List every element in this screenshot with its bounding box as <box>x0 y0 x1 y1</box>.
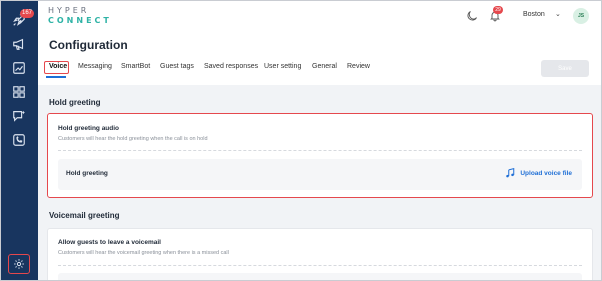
hold-greeting-audio-description: Customers will hear the hold greeting wh… <box>58 136 208 142</box>
voicemail-option-title: Allow guests to leave a voicemail <box>58 239 161 246</box>
tab-general[interactable]: General <box>312 63 337 70</box>
app-window: 167 HYPER CONNECT 29 Boston ⌄ JS Configu… <box>0 0 602 281</box>
tab-guest-tags[interactable]: Guest tags <box>160 63 194 70</box>
location-selector[interactable]: Boston <box>523 11 545 18</box>
chevron-down-icon[interactable]: ⌄ <box>555 10 561 18</box>
hold-greeting-card: Hold greeting audio Customers will hear … <box>47 113 593 198</box>
save-button[interactable]: Save <box>541 60 589 77</box>
tab-review[interactable]: Review <box>347 63 370 70</box>
active-tab-underline <box>46 76 66 78</box>
hold-greeting-audio-title: Hold greeting audio <box>58 125 120 132</box>
image-chart-icon[interactable] <box>10 59 28 77</box>
voicemail-option-description: Customers will hear the voicemail greeti… <box>58 250 229 256</box>
hold-greeting-label: Hold greeting <box>66 170 108 177</box>
moon-icon[interactable] <box>466 10 478 22</box>
hold-greeting-section-title: Hold greeting <box>49 98 101 107</box>
divider <box>58 265 582 266</box>
grid-icon[interactable] <box>10 83 28 101</box>
music-note-icon <box>506 168 515 178</box>
chat-star-icon[interactable] <box>10 107 28 125</box>
notification-badge: 29 <box>493 6 503 14</box>
upload-voice-file-label: Upload voice file <box>520 169 572 177</box>
voicemail-row <box>58 273 582 280</box>
tab-messaging[interactable]: Messaging <box>78 63 112 70</box>
brand-logo: HYPER CONNECT <box>48 7 112 25</box>
tab-saved-responses[interactable]: Saved responses <box>204 63 258 70</box>
tab-smartbot[interactable]: SmartBot <box>121 63 150 70</box>
voicemail-greeting-card: Allow guests to leave a voicemail Custom… <box>47 228 593 280</box>
top-header: HYPER CONNECT 29 Boston ⌄ JS <box>38 1 601 31</box>
avatar[interactable]: JS <box>573 8 589 24</box>
logo-line1: HYPER <box>48 6 90 15</box>
page-title: Configuration <box>49 38 128 52</box>
settings-button[interactable] <box>8 254 30 274</box>
divider <box>58 150 582 151</box>
upload-voice-file-button[interactable]: Upload voice file <box>505 168 572 178</box>
tab-bar: Voice Messaging SmartBot Guest tags Save… <box>38 59 601 80</box>
voicemail-greeting-section-title: Voicemail greeting <box>49 211 120 220</box>
hold-greeting-row: Hold greeting Upload voice file <box>58 159 582 190</box>
main-content: Hold greeting Hold greeting audio Custom… <box>38 85 601 280</box>
phone-icon[interactable] <box>10 131 28 149</box>
megaphone-icon[interactable] <box>10 35 28 53</box>
tab-voice[interactable]: Voice <box>49 63 67 70</box>
logo-line2: CONNECT <box>48 16 112 25</box>
sidebar-badge: 167 <box>20 9 35 18</box>
sidebar: 167 <box>1 1 38 280</box>
tab-user-setting[interactable]: User setting <box>264 63 301 70</box>
settings-icon <box>14 259 24 269</box>
